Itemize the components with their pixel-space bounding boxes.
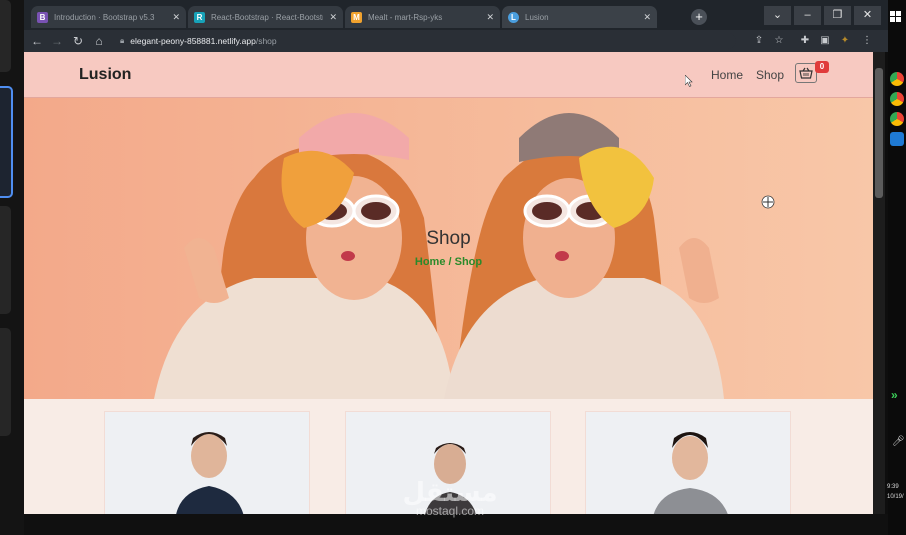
close-tab-icon[interactable]: ✕ [329,12,337,23]
tab-title: Mealt - mart-Rsp-yks [368,12,443,22]
windows-start-icon[interactable] [890,10,902,22]
menu-kebab-icon[interactable]: ⋮ [860,33,874,49]
breadcrumb-current: Shop [454,256,483,268]
breadcrumb-home-link[interactable]: Home [415,256,446,268]
basket-icon [799,67,813,79]
site-navbar: Lusion Home Shop 0 [24,52,873,98]
tray-chevron-icon[interactable]: » [891,388,903,402]
reload-icon[interactable]: ↻ [69,30,87,52]
tab-title: Introduction · Bootstrap v5.3 [54,12,155,22]
extensions-icon[interactable]: ✚ [798,33,812,49]
tab-search-button[interactable]: ⌄ [764,6,791,25]
tab-lusion[interactable]: L Lusion ✕ [502,6,657,28]
forward-arrow-icon[interactable]: → [48,30,66,52]
sidebar-icon[interactable]: ▣ [818,33,832,49]
taskbar-time: 9:39 [887,484,899,490]
product-image [176,432,244,514]
left-panel-item[interactable] [0,206,11,314]
watermark-latin: mostaql.com [415,504,485,518]
hero-banner: Shop Home / Shop [24,98,873,399]
close-tab-icon[interactable]: ✕ [643,12,651,23]
address-bar[interactable]: 🔒︎ elegant-peony-858881.netlify.app/shop [120,33,736,49]
breadcrumb-separator: / [445,256,455,268]
tab-title: React-Bootstrap · React-Bootstrap [211,12,324,22]
close-tab-icon[interactable]: ✕ [172,12,180,23]
left-sidebar-strip [0,0,24,535]
extension-leaf-icon[interactable]: ✦ [838,33,852,49]
mouse-cursor-icon [684,74,693,87]
restore-button[interactable]: ❐ [824,6,851,25]
browser-toolbar: ← → ↻ ⌂ 🔒︎ elegant-peony-858881.netlify.… [24,30,888,52]
left-panel-item[interactable] [0,328,11,436]
lusion-favicon-icon: L [508,11,519,23]
minimize-button[interactable]: – [794,6,821,25]
url-host: elegant-peony-858881.netlify.app [130,36,256,46]
nav-link-home[interactable]: Home [711,68,743,82]
product-image [653,432,728,514]
browser-tab-bar: B Introduction · Bootstrap v5.3 ✕ R Reac… [24,0,888,30]
new-tab-button[interactable]: + [691,9,707,25]
close-tab-icon[interactable]: ✕ [486,12,494,23]
chrome-taskbar-icon[interactable] [890,92,904,106]
bootstrap-favicon-icon: B [37,11,48,23]
site-brand[interactable]: Lusion [79,66,131,84]
nav-link-shop[interactable]: Shop [756,68,784,82]
react-bootstrap-favicon-icon: R [194,11,205,23]
taskbar-date: 10/19/ [887,494,904,500]
left-panel-item-active[interactable] [0,86,13,198]
product-card[interactable] [585,411,791,514]
tab-mealt[interactable]: M Mealt - mart-Rsp-yks ✕ [345,6,500,28]
move-cursor-icon [761,195,775,209]
breadcrumb: Home / Shop [24,256,873,268]
watermark: مستقل mostaql.com [380,478,520,518]
lock-icon: 🔒︎ [120,36,125,45]
tab-bootstrap[interactable]: B Introduction · Bootstrap v5.3 ✕ [31,6,186,28]
chrome-taskbar-icon[interactable] [890,72,904,86]
tab-react-bootstrap[interactable]: R React-Bootstrap · React-Bootstrap ✕ [188,6,343,28]
hero-title: Shop [426,228,471,249]
home-icon[interactable]: ⌂ [90,30,108,52]
close-window-button[interactable]: ✕ [854,6,881,25]
mealt-favicon-icon: M [351,11,362,23]
product-card[interactable] [104,411,310,514]
url-path: /shop [255,36,277,46]
bookmark-star-icon[interactable]: ☆ [772,33,786,49]
cart-basket-icon[interactable] [795,63,817,83]
microphone-icon[interactable]: 🎤︎ [892,436,905,447]
cart-count-badge: 0 [815,61,829,73]
chrome-taskbar-icon[interactable] [890,112,904,126]
page-viewport: Lusion Home Shop 0 Shop Home / Shop [24,52,873,514]
left-panel-item[interactable] [0,0,11,72]
tab-title: Lusion [525,12,549,22]
scrollbar-thumb[interactable] [875,68,883,198]
share-icon[interactable]: ⇪ [752,33,766,49]
back-arrow-icon[interactable]: ← [28,30,46,52]
vscode-taskbar-icon[interactable] [890,132,904,146]
